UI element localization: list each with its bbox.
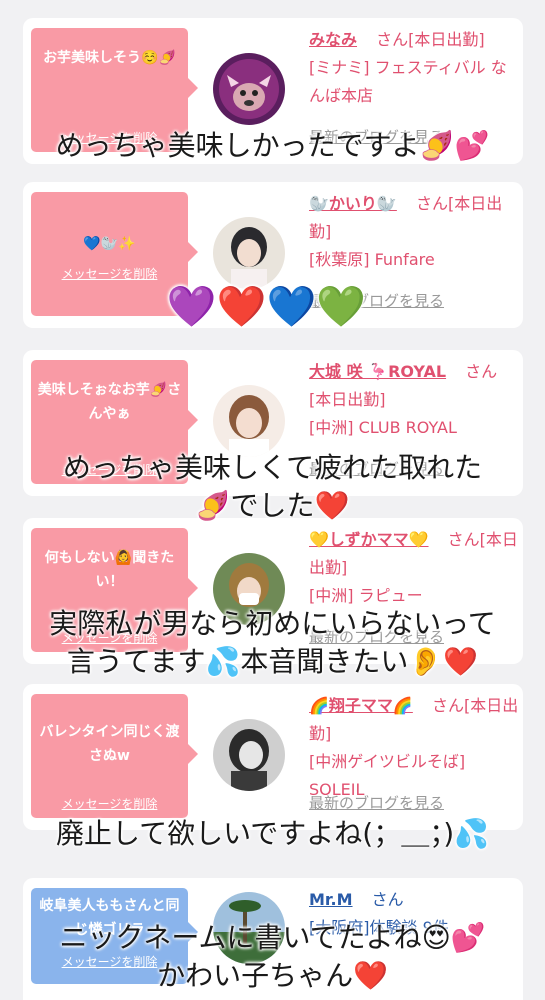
bubble-tail xyxy=(188,578,198,598)
overlay-caption: ニックネームに書いてたよね😍💕 xyxy=(59,921,486,954)
avatar[interactable] xyxy=(213,719,285,791)
cast-info: 大城 咲 🦩ROYAL さん[本日出勤] [中洲] CLUB ROYAL xyxy=(309,358,519,442)
delete-message-link[interactable]: メッセージを削除 xyxy=(31,265,188,282)
cast-name-link[interactable]: 🌈翔子ママ🌈 xyxy=(309,696,413,715)
avatar[interactable] xyxy=(213,385,285,457)
cast-name-link[interactable]: 💛しずかママ💛 xyxy=(309,530,429,549)
message-text: 美味しそぉなお芋🍠さんやぁ xyxy=(37,382,182,422)
shop-name: [ミナミ] フェスティバル なんば本店 xyxy=(309,58,507,105)
cast-status: さん[本日出勤] xyxy=(376,30,485,49)
message-text: 💙🦭✨ xyxy=(83,236,136,252)
overlay-caption: 実際私が男なら初めにいらないって xyxy=(49,607,496,640)
cast-name-link[interactable]: みなみ xyxy=(309,30,357,49)
overlay-caption: かわい子ちゃん❤️ xyxy=(157,959,388,992)
message-text: バレンタイン同じく渡さぬw xyxy=(39,724,180,764)
bubble-tail xyxy=(188,744,198,764)
message-text: 何もしない🙆聞きたい！ xyxy=(44,550,175,590)
message-bubble: バレンタイン同じく渡さぬw メッセージを削除 xyxy=(31,694,188,818)
bubble-tail xyxy=(188,410,198,430)
shop-name: [中洲] ラピュー xyxy=(309,586,423,605)
cast-name-link[interactable]: 大城 咲 🦩ROYAL xyxy=(309,362,446,381)
shop-name: [秋葉原] Funfare xyxy=(309,250,435,269)
message-card: バレンタイン同じく渡さぬw メッセージを削除 🌈翔子ママ🌈 さん[本日出勤] [… xyxy=(23,684,523,830)
cast-status: さん xyxy=(371,890,404,909)
cast-name-link[interactable]: 🦭かいり🦭 xyxy=(309,194,397,213)
bubble-tail xyxy=(188,242,198,262)
message-card: 何もしない🙆聞きたい！ メッセージを削除 💛しずかママ💛 さん[本日出勤] [中… xyxy=(23,518,523,664)
overlay-caption: めっちゃ美味しかったですよ🍠💕 xyxy=(55,129,490,162)
avatar[interactable] xyxy=(213,217,285,289)
overlay-caption: めっちゃ美味しくて疲れた取れた xyxy=(62,451,483,484)
cast-info: 🌈翔子ママ🌈 さん[本日出勤] [中洲ゲイツビルそば] SOLEIL xyxy=(309,692,519,804)
blog-link[interactable]: 最新のブログを見る xyxy=(309,792,444,813)
cast-info: みなみ さん[本日出勤] [ミナミ] フェスティバル なんば本店 xyxy=(309,26,519,110)
overlay-caption: 🍠でした❤️ xyxy=(195,489,350,522)
avatar[interactable] xyxy=(213,53,285,125)
message-text: お芋美味しそう☺️🍠 xyxy=(43,50,176,66)
overlay-caption: 廃止して欲しいですよね(；＿；)💦 xyxy=(55,817,490,850)
delete-message-link[interactable]: メッセージを削除 xyxy=(31,795,188,812)
cast-name-link[interactable]: Mr.M xyxy=(309,890,353,909)
overlay-hearts: 💜❤️💙💚 xyxy=(166,284,367,330)
bubble-tail xyxy=(188,78,198,98)
overlay-caption: 言うてます💦本音聞きたい👂❤️ xyxy=(66,645,479,678)
cast-info: 🦭かいり🦭 さん[本日出勤] [秋葉原] Funfare xyxy=(309,190,519,274)
cast-info: 💛しずかママ💛 さん[本日出勤] [中洲] ラピュー xyxy=(309,526,519,610)
shop-name: [中洲] CLUB ROYAL xyxy=(309,418,457,437)
